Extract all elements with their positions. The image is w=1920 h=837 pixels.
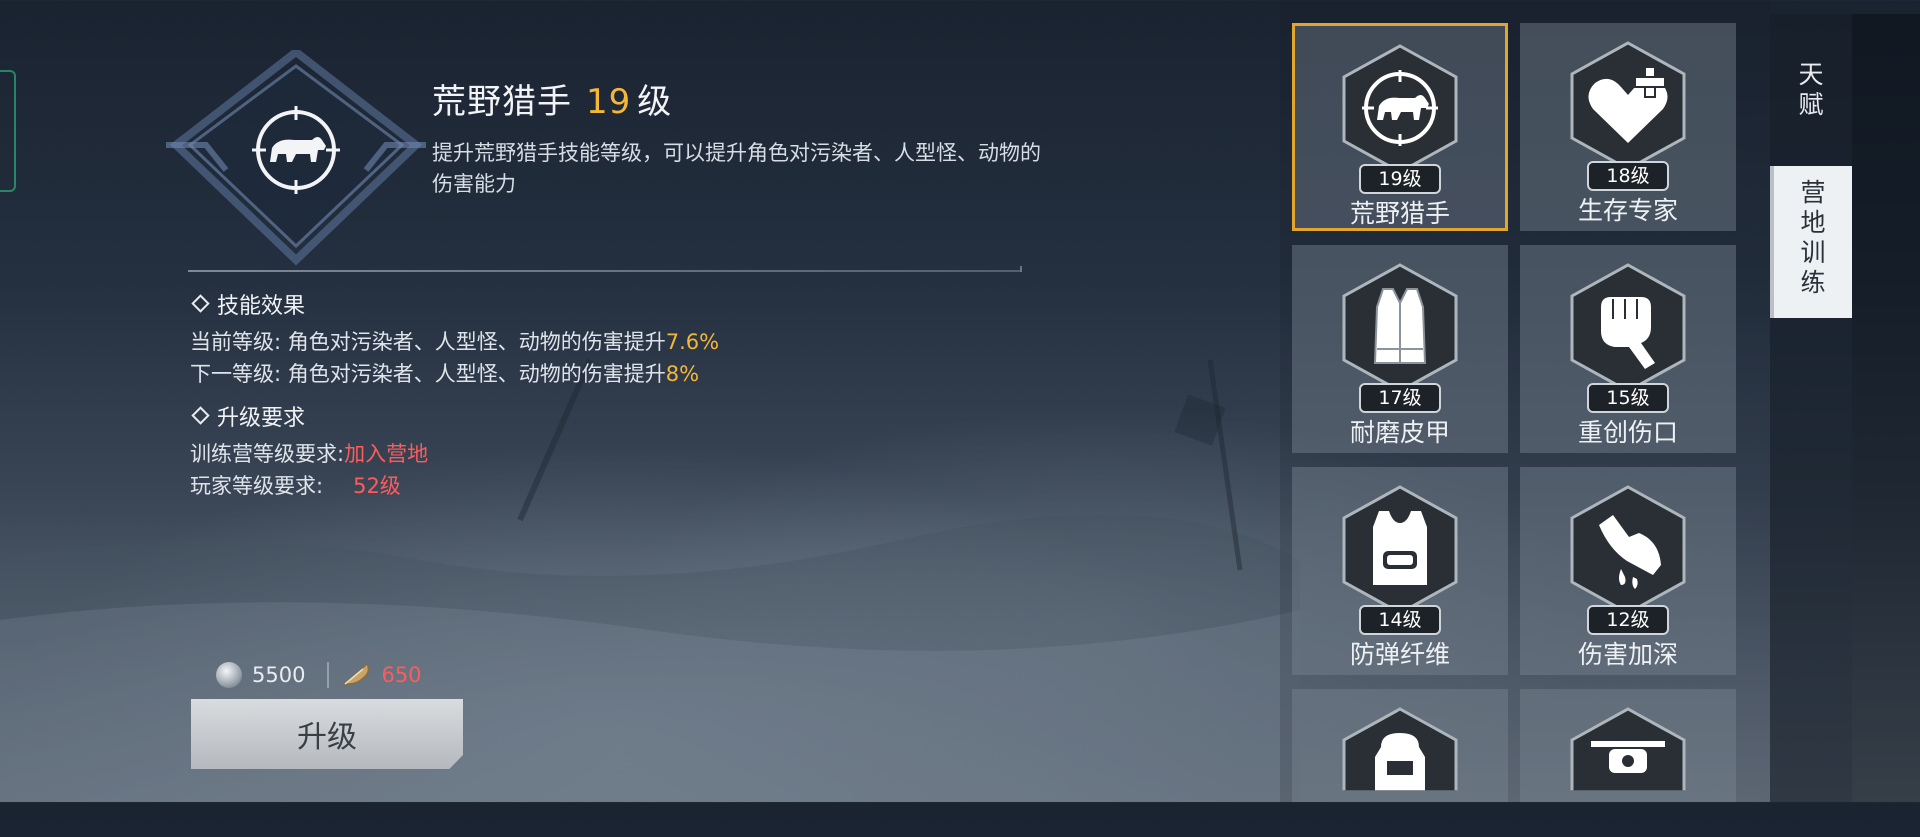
player-requirement-value: 52级 [353, 474, 401, 498]
next-effect-value: 8% [665, 362, 700, 386]
skill-level-badge: 12级 [1587, 605, 1669, 635]
skill-card-label: 伤害加深 [1577, 640, 1678, 669]
player-requirement: 玩家等级要求: 52级 [190, 474, 401, 498]
upgrade-button[interactable]: 升级 [191, 699, 463, 769]
diamond-bullet-icon [191, 406, 210, 425]
side-tab-bar: 天赋 营地训练 [1770, 14, 1852, 802]
feather-cost: 650 [381, 663, 422, 687]
backpack-icon [1341, 707, 1459, 837]
tab-camp-training-label: 营地训练 [1800, 178, 1826, 297]
skill-level-badge: 14级 [1359, 605, 1441, 635]
skill-level: 19 [586, 82, 632, 122]
skill-card-heavy-wound[interactable]: 15级 重创伤口 [1520, 245, 1736, 453]
skill-card-label: 耐磨皮甲 [1349, 418, 1450, 447]
bulletproof-vest-icon [1342, 485, 1458, 615]
skill-level-badge: 15级 [1587, 383, 1669, 413]
skill-card-damage-deepen[interactable]: 12级 伤害加深 [1520, 467, 1736, 675]
camp-requirement-value: 加入营地 [344, 442, 429, 466]
divider [188, 266, 1022, 272]
heart-plus-icon [1570, 41, 1686, 171]
skill-card-label: 荒野猎手 [1349, 199, 1450, 228]
bleeding-hand-icon [1570, 485, 1686, 615]
skill-level-badge: 18级 [1587, 161, 1669, 191]
tab-talent[interactable]: 天赋 [1770, 60, 1852, 130]
skill-card-label: 重创伤口 [1577, 418, 1678, 447]
effects-header: 技能效果 [191, 288, 305, 320]
skill-level-badge: 19级 [1359, 164, 1441, 194]
requirements-header: 升级要求 [191, 400, 305, 432]
bear-crosshair-icon [1342, 44, 1458, 174]
silver-coin-icon [216, 662, 242, 688]
diamond-bullet-icon [191, 294, 210, 313]
skill-level-badge: 17级 [1359, 383, 1441, 413]
current-effect-value: 7.6% [665, 330, 720, 354]
silver-cost: 5500 [252, 663, 306, 687]
tab-talent-label: 天赋 [1798, 60, 1824, 119]
skill-description: 提升荒野猎手技能等级，可以提升角色对污染者、人型怪、动物的伤害能力 [432, 141, 1041, 196]
skill-level-unit: 级 [637, 82, 673, 122]
current-level-effect: 当前等级: 角色对污染者、人型怪、动物的伤害提升7.6% [190, 330, 720, 354]
cost-separator [327, 662, 330, 688]
right-edge-strip [1852, 14, 1920, 802]
drone-icon [1569, 707, 1687, 837]
skill-card-backpack[interactable] [1292, 689, 1508, 802]
fist-icon [1570, 263, 1686, 393]
bear-crosshair-icon [166, 50, 426, 266]
skill-card-wilderness-hunter[interactable]: 19级 荒野猎手 [1292, 23, 1508, 231]
feather-icon [343, 663, 370, 687]
left-edge-tab[interactable] [0, 70, 16, 192]
skill-card-drone[interactable] [1520, 689, 1736, 802]
skill-card-label: 生存专家 [1577, 196, 1678, 225]
upgrade-cost: 5500 650 [216, 662, 422, 688]
skill-card-label: 防弹纤维 [1349, 640, 1450, 669]
next-level-effect: 下一等级: 角色对污染者、人型怪、动物的伤害提升8% [190, 362, 700, 386]
skill-card-durable-leather[interactable]: 17级 耐磨皮甲 [1292, 245, 1508, 453]
camp-requirement: 训练营等级要求:加入营地 [190, 442, 429, 466]
skill-card-survival-expert[interactable]: 18级 生存专家 [1520, 23, 1736, 231]
skill-title: 荒野猎手 19 级 [432, 74, 672, 123]
leather-vest-icon [1342, 263, 1458, 393]
skill-card-ballistic-fiber[interactable]: 14级 防弹纤维 [1292, 467, 1508, 675]
tab-camp-training[interactable]: 营地训练 [1770, 166, 1852, 318]
skill-name: 荒野猎手 [432, 82, 572, 122]
